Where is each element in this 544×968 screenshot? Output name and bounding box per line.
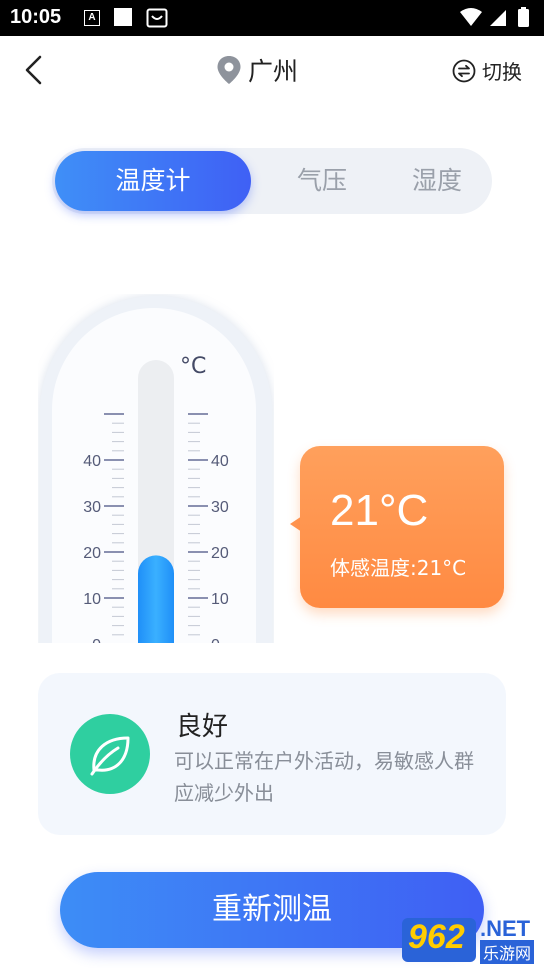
watermark-net: .NET: [480, 916, 531, 941]
switch-label: 切换: [482, 60, 522, 84]
top-bar: 广州 切换: [0, 36, 544, 104]
leaf-icon: [70, 714, 150, 794]
air-status-card: 良好 可以正常在户外活动，易敏感人群应减少外出: [38, 673, 506, 835]
status-title: 良好: [176, 712, 229, 742]
feels-like-temperature: 体感温度:21°C: [330, 556, 467, 580]
location-selector[interactable]: 广州: [216, 54, 298, 86]
mode-tabs: 温度计 气压 湿度: [52, 148, 492, 214]
scale-label: 30: [83, 499, 101, 516]
notification-square-icon: [114, 8, 132, 26]
status-bar: 10:05 A: [0, 0, 544, 36]
status-description: 可以正常在户外活动，易敏感人群应减少外出: [174, 749, 474, 805]
scale-label: 20: [83, 545, 101, 562]
thermometer-scale: 40 40 30 30 20 20 10 10 0 0: [83, 360, 229, 643]
swap-icon: [452, 59, 476, 82]
switch-button[interactable]: 切换: [452, 56, 522, 85]
temperature-value: 21°C: [330, 486, 429, 535]
back-arrow-icon[interactable]: [20, 54, 50, 86]
notification-bag-icon: [146, 8, 168, 28]
watermark-logo: 962 .NET 乐游网: [402, 916, 542, 966]
thermometer-fill: [138, 555, 174, 643]
scale-label: 0: [92, 637, 101, 643]
scale-label: 40: [211, 453, 229, 470]
scale-label: 20: [211, 545, 229, 562]
tab-humidity[interactable]: 湿度: [382, 148, 492, 214]
wifi-icon: [460, 8, 482, 26]
signal-icon: [490, 10, 506, 26]
scale-label: 30: [211, 499, 229, 516]
notification-a-icon: A: [84, 10, 100, 26]
tab-pressure[interactable]: 气压: [248, 148, 396, 214]
status-time: 10:05: [10, 6, 62, 28]
watermark-number: 962: [408, 918, 465, 956]
watermark-site: 乐游网: [480, 940, 535, 964]
scale-label: 10: [211, 591, 229, 608]
thermometer: °C 404030302020101000: [38, 294, 274, 643]
location-name: 广州: [248, 57, 299, 86]
location-pin-icon: [217, 56, 241, 84]
tab-thermometer[interactable]: 温度计: [55, 151, 251, 211]
battery-icon: [518, 9, 529, 27]
scale-label: 10: [83, 591, 101, 608]
scale-label: 40: [83, 453, 101, 470]
scale-label: 0: [211, 637, 220, 643]
temperature-bubble: 21°C 体感温度:21°C: [300, 446, 504, 608]
status-right-icons: [460, 7, 529, 27]
